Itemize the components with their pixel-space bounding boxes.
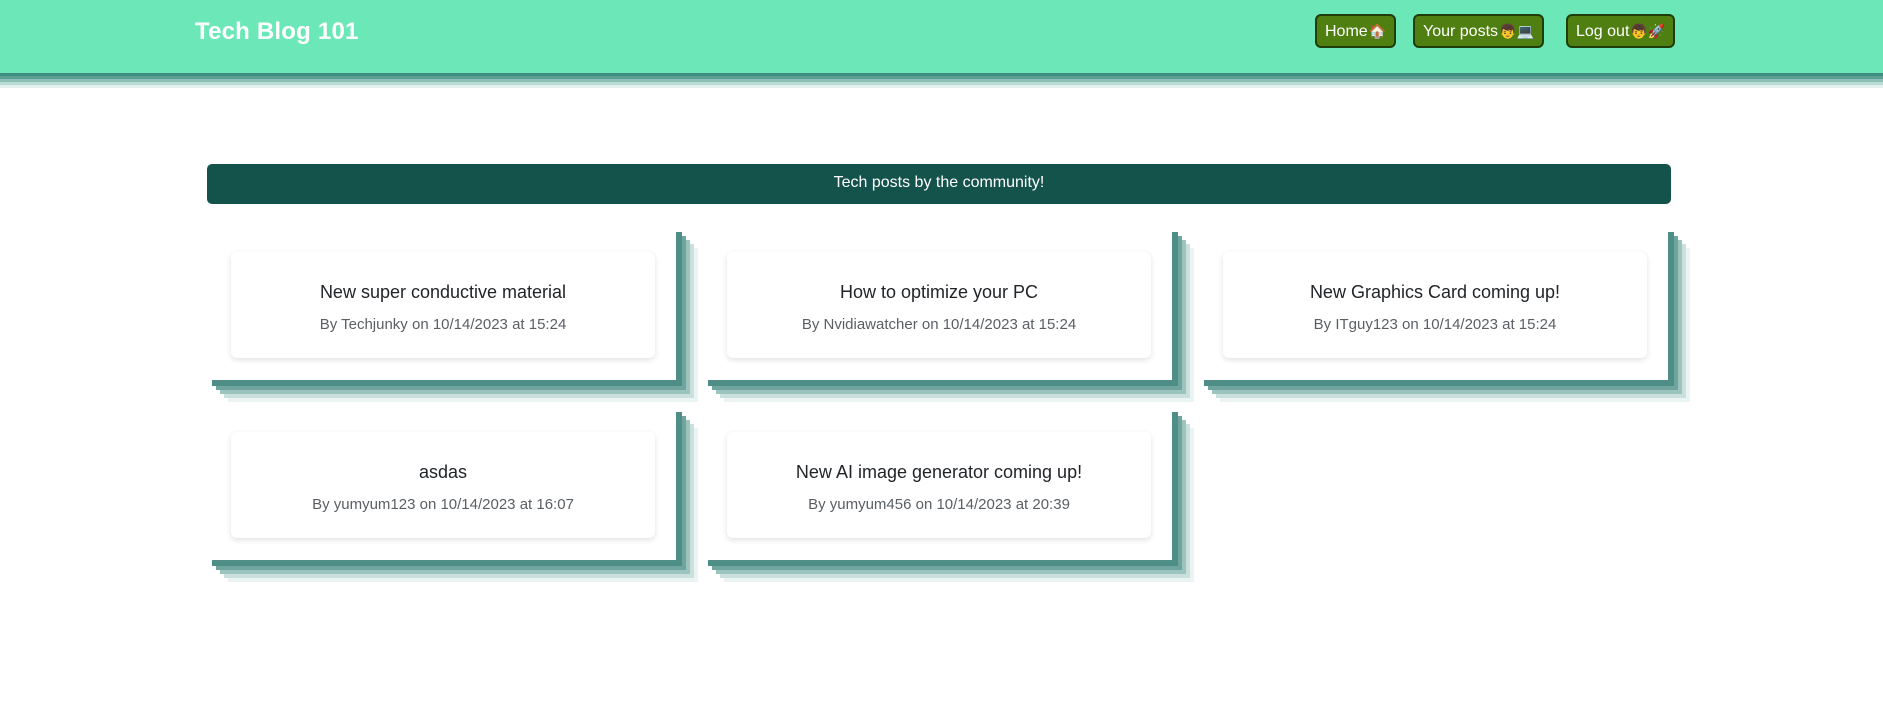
post-card-wrapper: New super conductive material By Techjun… (207, 232, 682, 386)
post-card-wrapper: New AI image generator coming up! By yum… (703, 412, 1178, 566)
home-button[interactable]: Home🏠 (1315, 14, 1397, 48)
post-meta: By yumyum123 on 10/14/2023 at 16:07 (312, 496, 574, 513)
post-card-wrapper: New Graphics Card coming up! By ITguy123… (1199, 232, 1674, 386)
post-meta: By Nvidiawatcher on 10/14/2023 at 15:24 (801, 316, 1077, 333)
post-title[interactable]: New Graphics Card coming up! (1223, 282, 1647, 303)
home-button-label: Home (1325, 23, 1368, 40)
person-laptop-icon: 👦💻 (1499, 23, 1534, 39)
post-card[interactable]: New AI image generator coming up! By yum… (727, 432, 1151, 538)
post-card-wrapper: How to optimize your PC By Nvidiawatcher… (703, 232, 1178, 386)
post-card[interactable]: How to optimize your PC By Nvidiawatcher… (727, 252, 1151, 358)
post-title[interactable]: New AI image generator coming up! (727, 462, 1151, 483)
house-icon: 🏠 (1368, 23, 1387, 39)
logout-button-label: Log out (1576, 23, 1630, 40)
post-meta: By ITguy123 on 10/14/2023 at 15:24 (1313, 316, 1557, 333)
post-card[interactable]: New Graphics Card coming up! By ITguy123… (1223, 252, 1647, 358)
person-rocket-icon: 👦🚀 (1630, 23, 1666, 39)
site-brand[interactable]: Tech Blog 101 (195, 18, 359, 46)
post-title[interactable]: How to optimize your PC (727, 282, 1151, 303)
post-card-wrapper: asdas By yumyum123 on 10/14/2023 at 16:0… (207, 412, 682, 566)
post-title[interactable]: asdas (231, 462, 655, 483)
post-meta: By Techjunky on 10/14/2023 at 15:24 (319, 316, 567, 333)
top-navbar: Tech Blog 101 Home🏠 Your posts👦💻 Log out… (0, 0, 1883, 73)
community-banner: Tech posts by the community! (207, 164, 1671, 204)
post-card[interactable]: New super conductive material By Techjun… (231, 252, 655, 358)
your-posts-button[interactable]: Your posts👦💻 (1413, 14, 1544, 48)
logout-button[interactable]: Log out👦🚀 (1566, 14, 1676, 48)
post-card[interactable]: asdas By yumyum123 on 10/14/2023 at 16:0… (231, 432, 655, 538)
post-meta: By yumyum456 on 10/14/2023 at 20:39 (808, 496, 1070, 513)
post-title[interactable]: New super conductive material (231, 282, 655, 303)
your-posts-button-label: Your posts (1423, 23, 1499, 40)
